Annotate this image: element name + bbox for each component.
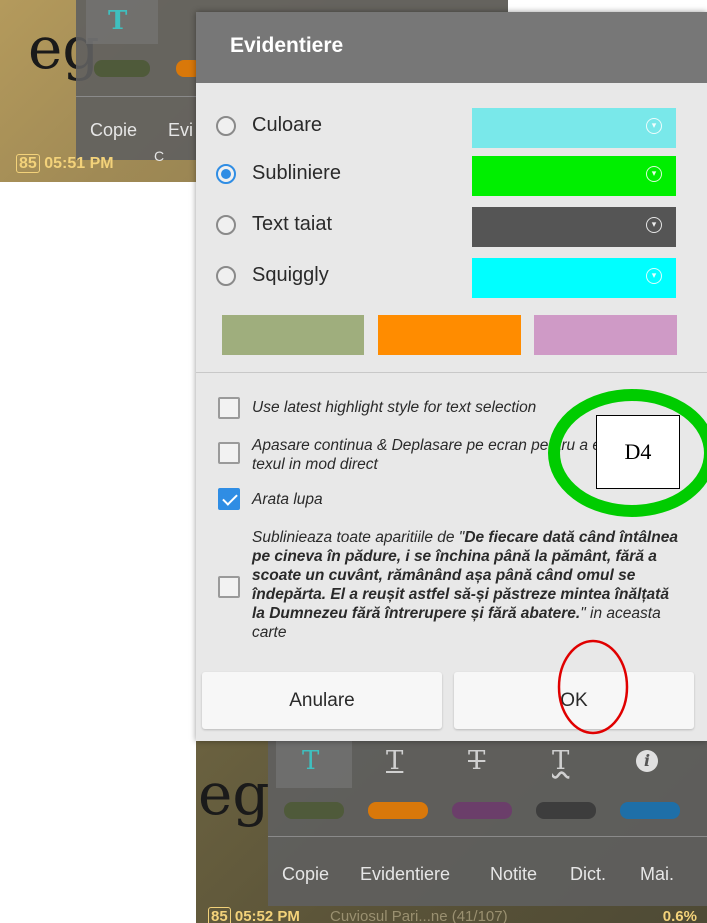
battery-badge: 85	[208, 907, 231, 923]
menu-highlight[interactable]: Evidentiere	[360, 864, 450, 885]
option-color[interactable]: Culoare ▾	[216, 108, 686, 148]
menu-more[interactable]: Mai.	[640, 864, 674, 885]
chevron-down-icon: ▾	[646, 268, 662, 284]
option-label: Subliniere	[252, 162, 341, 184]
option-label: Culoare	[252, 114, 323, 136]
color-dropdown[interactable]: ▾	[472, 207, 676, 247]
palette-swatch-orange[interactable]	[378, 315, 521, 355]
radio-button[interactable]	[216, 215, 236, 235]
highlight-dialog: Evidentiere Culoare ▾ Subliniere ▾ Text …	[196, 12, 707, 741]
dialog-header: Evidentiere	[196, 12, 707, 83]
text-highlight-icon: T	[302, 746, 320, 776]
dialog-title: Evidentiere	[230, 34, 344, 57]
highlight-all-label: Sublinieaza toate aparitiile de "De fiec…	[252, 528, 680, 642]
status-time: 05:52 PM	[234, 908, 300, 923]
color-dropdown[interactable]: ▾	[472, 108, 676, 148]
cancel-button[interactable]: Anulare	[202, 672, 442, 729]
menu-notes[interactable]: Notite	[490, 864, 537, 885]
option-strikethrough[interactable]: Text taiat ▾	[216, 207, 686, 247]
tool-highlight-tab[interactable]: T	[86, 0, 158, 44]
tool-highlight-tab[interactable]: T	[276, 740, 352, 788]
selection-toolbar: T T T T i Copie Evidentiere Notite Dict.…	[268, 740, 707, 906]
ok-button[interactable]: OK	[454, 672, 694, 729]
color-strip[interactable]	[452, 802, 512, 819]
color-dropdown[interactable]: ▾	[472, 156, 676, 196]
status-bar: 85 05:51 PM	[16, 154, 114, 173]
radio-button[interactable]	[216, 164, 236, 184]
color-strip[interactable]	[536, 802, 596, 819]
status-bar: 85 05:52 PM Cuviosul Pari...ne (41/107) …	[208, 907, 707, 923]
book-title-fragment: C	[154, 148, 165, 164]
annotation-marker: D4	[596, 415, 680, 489]
checkbox-label: Use latest highlight style for text sele…	[252, 399, 537, 416]
battery-badge: 85	[16, 154, 40, 173]
color-strip[interactable]	[284, 802, 344, 819]
color-strip[interactable]	[620, 802, 680, 819]
chevron-down-icon: ▾	[646, 217, 662, 233]
menu-copy[interactable]: Copie	[90, 120, 137, 141]
book-info: Cuviosul Pari...ne (41/107)	[330, 908, 508, 923]
chevron-down-icon: ▾	[646, 166, 662, 182]
checkbox-direct-highlight[interactable]	[218, 442, 240, 464]
menu-highlight[interactable]: Evi	[168, 120, 193, 141]
menu-dictionary[interactable]: Dict.	[570, 864, 606, 885]
color-dropdown[interactable]: ▾	[472, 258, 676, 298]
status-time: 05:51 PM	[44, 155, 114, 172]
palette-swatch-pink[interactable]	[534, 315, 677, 355]
palette-swatch-green[interactable]	[222, 315, 364, 355]
info-icon[interactable]: i	[636, 750, 658, 772]
underline-icon[interactable]: T	[386, 746, 403, 776]
checkbox-label: Arata lupa	[252, 491, 323, 508]
chevron-down-icon: ▾	[646, 118, 662, 134]
checkbox-highlight-all[interactable]	[218, 576, 240, 598]
background-page-bottom: eg T T T T i Copie Evidentiere Notite Di…	[196, 730, 707, 923]
radio-button[interactable]	[216, 116, 236, 136]
option-label: Squiggly	[252, 264, 329, 286]
section-divider	[196, 372, 707, 373]
option-squiggly[interactable]: Squiggly ▾	[216, 258, 686, 298]
checkbox-show-magnifier[interactable]	[218, 488, 240, 510]
toolbar-divider	[268, 836, 707, 837]
strikethrough-icon[interactable]: T	[468, 746, 485, 776]
radio-button[interactable]	[216, 266, 236, 286]
checkbox-latest-style[interactable]	[218, 397, 240, 419]
color-strip[interactable]	[94, 60, 150, 77]
menu-copy[interactable]: Copie	[282, 864, 329, 885]
squiggly-icon[interactable]: T	[552, 746, 569, 776]
text-style-icon: T	[108, 6, 128, 36]
option-label: Text taiat	[252, 213, 333, 235]
highlight-all-prefix: Sublinieaza toate aparitiile de "	[252, 529, 465, 546]
color-strip[interactable]	[368, 802, 428, 819]
option-underline[interactable]: Subliniere ▾	[216, 156, 686, 196]
page-text: eg	[198, 760, 270, 828]
progress-percent: 0.6%	[662, 908, 697, 923]
